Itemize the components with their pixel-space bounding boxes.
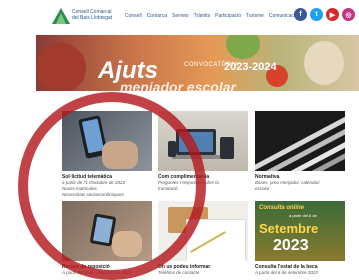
- twitter-icon[interactable]: t: [310, 8, 323, 21]
- nav-item-serveis[interactable]: Serveis: [172, 13, 189, 19]
- nav-item-turisme[interactable]: Turisme: [246, 13, 264, 19]
- site-header: Consell Comarcal del Baix Llobregat Cons…: [0, 0, 359, 34]
- facebook-icon[interactable]: f: [294, 8, 307, 21]
- logo-line-2: del Baix Llobregat: [72, 15, 113, 21]
- card-image-pens: [255, 111, 345, 171]
- card-normativa[interactable]: Normativa Bases, preu menjador, calendar…: [255, 111, 345, 192]
- online-text: online: [286, 205, 305, 211]
- instagram-icon[interactable]: ◎: [342, 8, 355, 21]
- date-prefix: a partir del 6 de: [289, 213, 317, 218]
- month-text: Setembre: [259, 221, 319, 236]
- nav-item-consell[interactable]: Consell: [125, 13, 142, 19]
- card-line: Telèfons de contacte: [158, 270, 200, 275]
- banner-title-menjador: menjador escolar: [120, 79, 236, 91]
- highlight-circle: [18, 92, 206, 280]
- nav-item-participacio[interactable]: Participació: [215, 13, 241, 19]
- main-nav: Consell Comarca Serveis Tràmits Particip…: [125, 13, 303, 19]
- social-links: f t ▶ ◎: [294, 8, 355, 21]
- card-consulta-estat[interactable]: Consulta online a partir del 6 de Setemb…: [255, 201, 345, 276]
- youtube-icon[interactable]: ▶: [326, 8, 339, 21]
- card-line: escolar: [255, 186, 270, 191]
- logo-icon[interactable]: [52, 8, 70, 24]
- nav-item-comarca[interactable]: Comarca: [147, 13, 167, 19]
- card-line: A partir del 6 de setembre 2023: [255, 270, 318, 275]
- logo-text[interactable]: Consell Comarcal del Baix Llobregat: [72, 9, 112, 21]
- card-image-consulta: Consulta online a partir del 6 de Setemb…: [255, 201, 345, 261]
- year-text: 2023: [273, 237, 309, 254]
- nav-item-tramits[interactable]: Tràmits: [194, 13, 210, 19]
- hero-banner[interactable]: Ajuts CONVOCATÒRIA 2023-2024 menjador es…: [36, 35, 359, 91]
- consulta-text: Consulta: [259, 205, 285, 211]
- banner-year: 2023-2024: [224, 61, 277, 73]
